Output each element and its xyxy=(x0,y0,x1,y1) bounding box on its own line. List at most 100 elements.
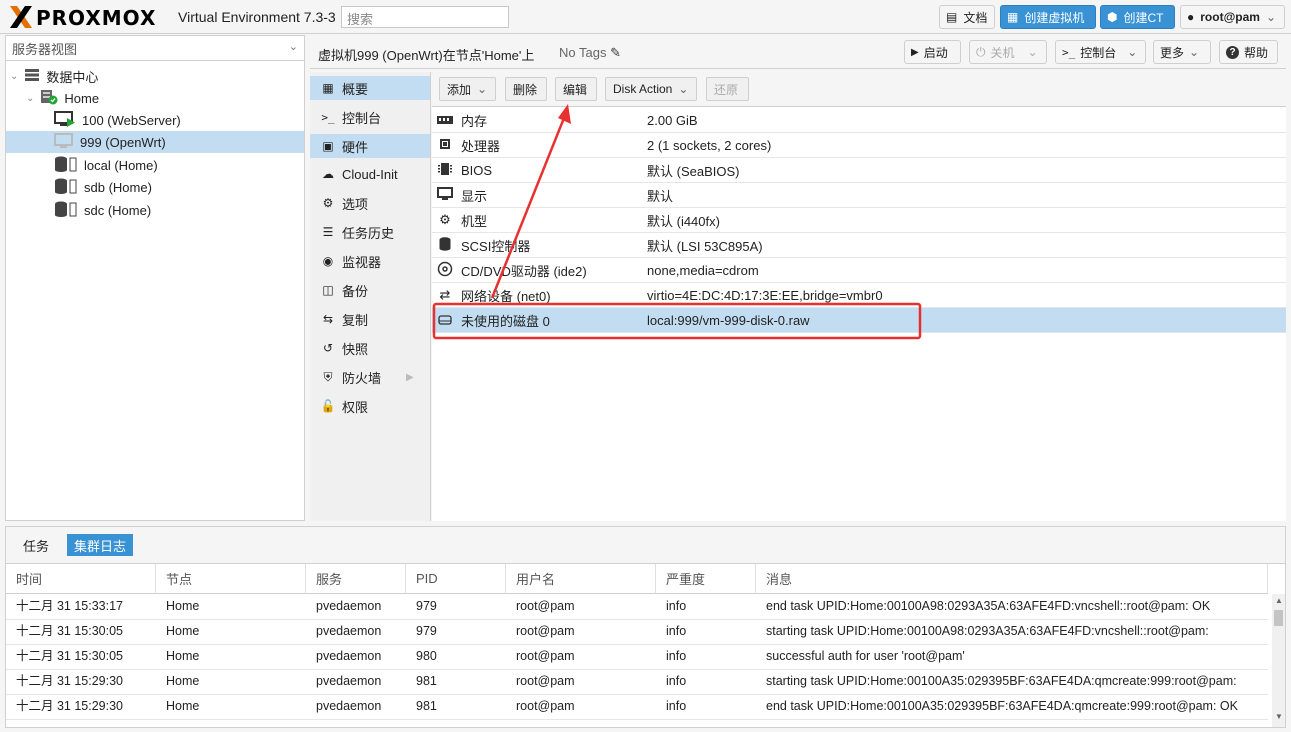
shutdown-button[interactable]: ⏻ 关机 ⌄ xyxy=(969,40,1047,64)
nav-firewall[interactable]: ⛨ 防火墙 ▶ xyxy=(310,365,430,389)
tree-item-label: 999 (OpenWrt) xyxy=(80,134,166,150)
table-row[interactable]: 十二月 31 15:33:17 Home pvedaemon 979 root@… xyxy=(6,594,1268,620)
remove-button[interactable]: 删除 xyxy=(505,77,547,101)
hardware-value: 默认 (i440fx) xyxy=(647,213,720,229)
pencil-icon: ✎ xyxy=(610,45,621,60)
add-label: 添加 xyxy=(447,82,472,97)
column-header-message[interactable]: 消息 xyxy=(756,564,1268,594)
storage-icon xyxy=(54,178,78,197)
chevron-down-icon: ⌄ xyxy=(288,41,298,53)
nav-replication[interactable]: ⇆ 复制 xyxy=(310,307,430,331)
start-button[interactable]: ▶ 启动 xyxy=(904,40,961,64)
column-header-node[interactable]: 节点 xyxy=(156,564,306,594)
column-header-severity[interactable]: 严重度 xyxy=(656,564,756,594)
remove-label: 删除 xyxy=(513,82,538,97)
nav-options[interactable]: ⚙ 选项 xyxy=(310,191,430,215)
hardware-name: 未使用的磁盘 0 xyxy=(461,313,550,329)
nav-monitor[interactable]: ◉ 监视器 xyxy=(310,249,430,273)
logo-text: PROXMOX xyxy=(36,6,157,30)
memory-icon xyxy=(435,113,455,128)
scroll-up-icon[interactable]: ▲ xyxy=(1275,596,1283,605)
hardware-row-machine[interactable]: ⚙ 机型 默认 (i440fx) xyxy=(432,208,1286,233)
hdd-icon xyxy=(435,313,455,328)
tree-item-storage-local[interactable]: local (Home) xyxy=(6,154,304,176)
hardware-row-network[interactable]: ⇄ 网络设备 (net0) virtio=4E:DC:4D:17:3E:EE,b… xyxy=(432,283,1286,308)
hardware-row-unused-disk[interactable]: 未使用的磁盘 0 local:999/vm-999-disk-0.raw xyxy=(432,308,1286,333)
tags-editor[interactable]: No Tags ✎ xyxy=(559,45,621,61)
search-input[interactable]: 搜索 xyxy=(341,6,509,28)
scroll-down-icon[interactable]: ▼ xyxy=(1275,712,1283,721)
terminal-icon: >_ xyxy=(321,110,335,124)
log-severity: info xyxy=(666,649,687,663)
scrollbar-thumb[interactable] xyxy=(1274,610,1283,626)
unlock-icon: 🔓 xyxy=(320,399,336,413)
table-row[interactable]: 十二月 31 15:29:30 Home pvedaemon 981 root@… xyxy=(6,694,1268,720)
column-header-user[interactable]: 用户名 xyxy=(506,564,656,594)
hardware-row-scsi[interactable]: SCSI控制器 默认 (LSI 53C895A) xyxy=(432,233,1286,258)
tree-item-storage-sdc[interactable]: sdc (Home) xyxy=(6,199,304,221)
log-severity: info xyxy=(666,674,687,688)
hardware-row-cpu[interactable]: 处理器 2 (1 sockets, 2 cores) xyxy=(432,133,1286,158)
log-service: pvedaemon xyxy=(316,699,382,713)
tree-item-vm-100[interactable]: 100 (WebServer) xyxy=(6,109,304,131)
disk-action-button[interactable]: Disk Action ⌄ xyxy=(605,77,697,101)
hardware-value: 默认 xyxy=(647,188,674,204)
user-menu-button[interactable]: ● root@pam ⌄ xyxy=(1180,5,1285,29)
revert-button[interactable]: 还原 xyxy=(706,77,749,101)
table-row[interactable]: 十二月 31 15:29:30 Home pvedaemon 981 root@… xyxy=(6,669,1268,695)
tree-item-node-home[interactable]: ⌄ Home xyxy=(6,87,304,109)
tree-item-vm-999[interactable]: 999 (OpenWrt) xyxy=(6,131,304,153)
add-button[interactable]: 添加 ⌄ xyxy=(439,77,496,101)
column-header-pid[interactable]: PID xyxy=(406,564,506,594)
gear-icon: ⚙ xyxy=(322,196,334,210)
tab-tasks[interactable]: 任务 xyxy=(16,534,56,556)
docs-button[interactable]: ▤ 文档 xyxy=(939,5,995,29)
log-tabs: 任务 集群日志 xyxy=(6,527,1285,564)
log-scrollbar[interactable]: ▲ ▼ xyxy=(1272,594,1285,727)
tree-item-datacenter[interactable]: ⌄ 数据中心 xyxy=(6,65,304,87)
log-user: root@pam xyxy=(516,674,575,688)
more-button[interactable]: 更多 ⌄ xyxy=(1153,40,1211,64)
chevron-right-icon: ▶ xyxy=(406,371,414,383)
create-ct-button[interactable]: ⬢ 创建CT xyxy=(1100,5,1175,29)
nav-snapshots[interactable]: ↺ 快照 xyxy=(310,336,430,360)
column-header-service[interactable]: 服务 xyxy=(306,564,406,594)
nav-hardware[interactable]: ▣ 硬件 xyxy=(310,134,430,158)
shutdown-label: 关机 xyxy=(990,45,1015,60)
vm-header: 虚拟机999 (OpenWrt)在节点'Home'上 No Tags ✎ ▶ 启… xyxy=(310,35,1286,69)
hardware-row-display[interactable]: 显示 默认 xyxy=(432,183,1286,208)
log-node: Home xyxy=(166,599,200,613)
hardware-value: virtio=4E:DC:4D:17:3E:EE,bridge=vmbr0 xyxy=(647,287,883,303)
help-button[interactable]: ? 帮助 xyxy=(1219,40,1278,64)
create-vm-button[interactable]: ▦ 创建虚拟机 xyxy=(1000,5,1096,29)
console-button[interactable]: >_ 控制台 ⌄ xyxy=(1055,40,1146,64)
shield-icon: ⛨ xyxy=(323,369,333,384)
expand-icon: ⌄ xyxy=(10,70,19,82)
terminal-icon: >_ xyxy=(1062,45,1076,59)
log-pid: 979 xyxy=(416,599,437,613)
vm-nav-panel: ▦ 概要 >_ 控制台 ▣ 硬件 ☁ Cloud-Init ⚙ 选项 ☰ 任务历史 ◉ 监视器… xyxy=(310,72,431,521)
edit-button[interactable]: 编辑 xyxy=(555,77,597,101)
nav-console[interactable]: >_ 控制台 xyxy=(310,105,430,129)
nav-label: 监视器 xyxy=(342,254,382,270)
hardware-row-cdrom[interactable]: CD/DVD驱动器 (ide2) none,media=cdrom xyxy=(432,258,1286,283)
column-header-time[interactable]: 时间 xyxy=(6,564,156,594)
table-row[interactable]: 十二月 31 15:30:05 Home pvedaemon 979 root@… xyxy=(6,619,1268,645)
desktop-icon: ▣ xyxy=(322,139,334,153)
hardware-name: 机型 xyxy=(461,213,488,229)
console-label: 控制台 xyxy=(1080,45,1117,60)
nav-permissions[interactable]: 🔓 权限 xyxy=(310,394,430,418)
create-vm-label: 创建虚拟机 xyxy=(1024,10,1085,25)
nav-backup[interactable]: ◫ 备份 xyxy=(310,278,430,302)
nav-task-history[interactable]: ☰ 任务历史 xyxy=(310,220,430,244)
nav-summary[interactable]: ▦ 概要 xyxy=(310,76,430,100)
tree-item-storage-sdb[interactable]: sdb (Home) xyxy=(6,176,304,198)
nav-cloud-init[interactable]: ☁ Cloud-Init xyxy=(310,162,430,186)
hardware-row-memory[interactable]: 内存 2.00 GiB xyxy=(432,108,1286,133)
hardware-value: 默认 (SeaBIOS) xyxy=(647,163,740,179)
tab-cluster-log[interactable]: 集群日志 xyxy=(67,534,134,556)
view-selector[interactable]: 服务器视图 ⌄ xyxy=(6,36,304,61)
table-row[interactable]: 十二月 31 15:30:05 Home pvedaemon 980 root@… xyxy=(6,644,1268,670)
hardware-row-bios[interactable]: BIOS 默认 (SeaBIOS) xyxy=(432,158,1286,183)
log-user: root@pam xyxy=(516,699,575,713)
